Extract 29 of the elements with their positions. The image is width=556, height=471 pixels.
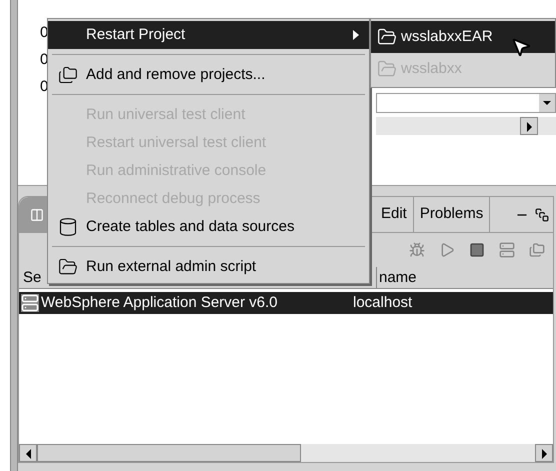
scroll-left-icon[interactable]	[19, 444, 37, 462]
table-row[interactable]: WebSphere Application Server v6.0 localhost	[19, 292, 553, 314]
cylinder-icon	[58, 217, 78, 237]
table-cell-text: localhost	[353, 292, 412, 313]
start-icon[interactable]	[439, 242, 455, 258]
scrollbar-thumb[interactable]	[37, 444, 301, 462]
folder-icon	[377, 59, 397, 79]
menu-item[interactable]: Restart Project	[48, 21, 369, 49]
servers-icon	[30, 208, 44, 222]
folders-icon[interactable]	[529, 242, 545, 258]
table-cell-text: WebSphere Application Server v6.0	[41, 292, 279, 313]
horizontal-scrollbar[interactable]	[19, 444, 553, 462]
mouse-cursor-icon	[510, 36, 532, 58]
menu-item[interactable]: Create tables and data sources	[48, 213, 369, 241]
dropdown-field[interactable]	[376, 93, 556, 113]
scroll-right-icon[interactable]	[520, 117, 538, 135]
server-icon	[21, 294, 39, 312]
folder-icon	[377, 27, 397, 47]
column-header[interactable]: name	[377, 267, 553, 288]
submenu-item[interactable]: wsslabxxEAR	[371, 21, 555, 53]
folder-icon	[58, 257, 78, 277]
menu-item[interactable]: Run external admin script	[48, 253, 369, 281]
debug-icon[interactable]	[409, 242, 425, 258]
submenu-arrow-icon	[353, 30, 359, 40]
stop-icon[interactable]	[469, 242, 485, 258]
menu-item[interactable]: Add and remove projects...	[48, 61, 369, 89]
scroll-right-icon[interactable]	[535, 444, 553, 462]
horizontal-scrollbar[interactable]	[376, 117, 556, 135]
folders-icon	[58, 65, 78, 85]
